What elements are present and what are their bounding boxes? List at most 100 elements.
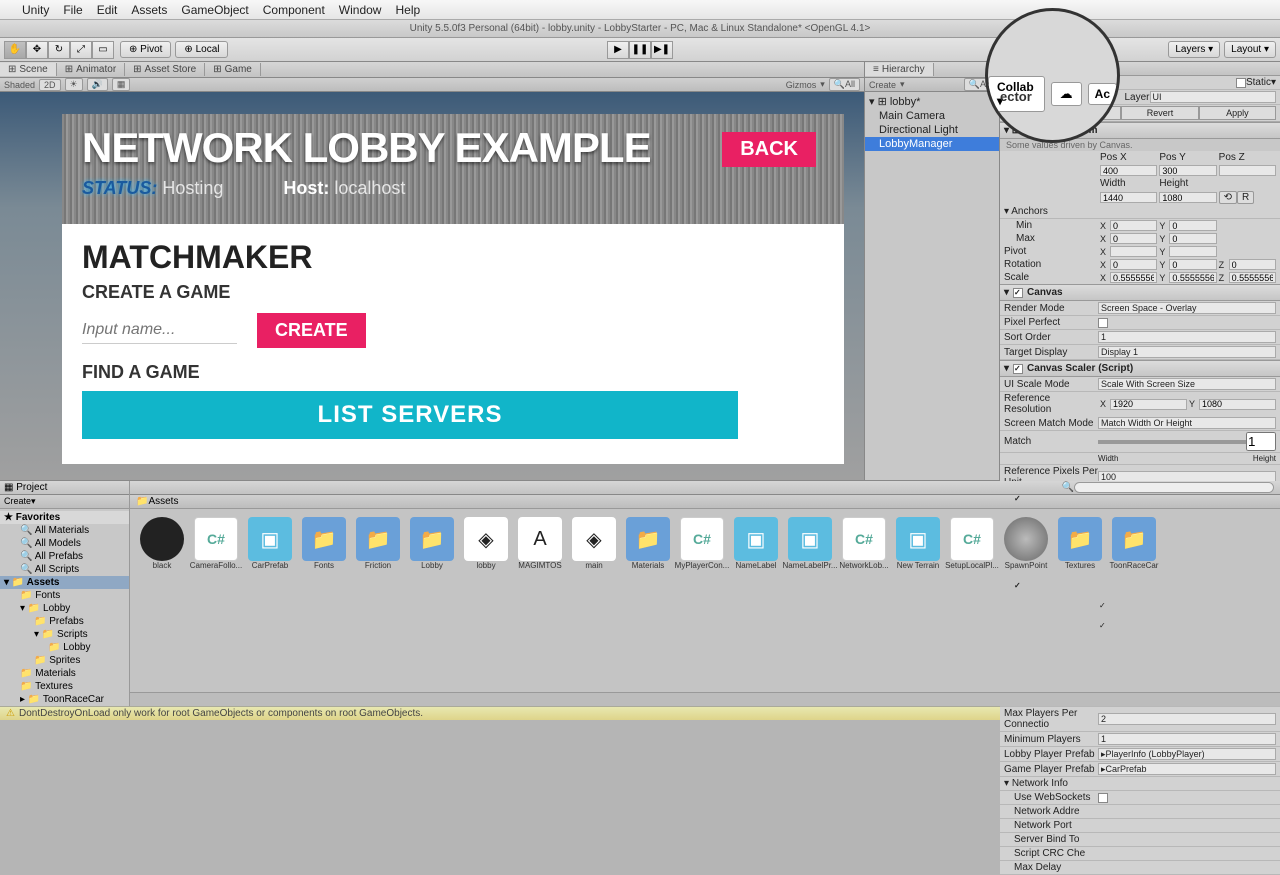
tab-project[interactable]: ▦ Project <box>4 482 47 493</box>
hierarchy-item-selected[interactable]: LobbyManager <box>865 137 999 151</box>
tree-item[interactable]: 📁 Materials <box>0 667 129 680</box>
light-toggle[interactable]: ☀ <box>65 78 83 91</box>
gizmos-dropdown[interactable]: Gizmos <box>786 80 817 90</box>
asset-item[interactable]: ▣NameLabelPr... <box>786 517 834 570</box>
tree-item[interactable]: 📁 Fonts <box>0 589 129 602</box>
game-prefab-field[interactable]: ▸CarPrefab <box>1098 763 1276 775</box>
min-players-field[interactable]: 1 <box>1098 733 1276 745</box>
search-all[interactable]: 🔍All <box>829 78 860 91</box>
tree-item[interactable]: ▸ 📁 ToonRaceCar <box>0 693 129 706</box>
menu-gameobject[interactable]: GameObject <box>181 3 248 17</box>
asset-item[interactable]: 📁Fonts <box>300 517 348 570</box>
create-button[interactable]: CREATE <box>257 313 366 348</box>
pixel-perfect-checkbox[interactable] <box>1098 318 1108 328</box>
back-button[interactable]: BACK <box>722 132 816 167</box>
lobby-prefab-field[interactable]: ▸PlayerInfo (LobbyPlayer) <box>1098 748 1276 760</box>
height-field[interactable] <box>1159 192 1216 203</box>
favorites-header[interactable]: ★ Favorites <box>0 511 129 524</box>
scene-view[interactable]: NETWORK LOBBY EXAMPLE BACK STATUS: Hosti… <box>0 92 864 480</box>
game-name-input[interactable] <box>82 317 237 344</box>
local-toggle[interactable]: ⊕ Local <box>175 41 228 58</box>
move-tool[interactable]: ✥ <box>26 41 48 59</box>
max-ppc-field[interactable]: 2 <box>1098 713 1276 725</box>
posy-field[interactable] <box>1159 165 1216 176</box>
tab-game[interactable]: ⊞ Game <box>205 63 261 76</box>
asset-item[interactable]: 📁Friction <box>354 517 402 570</box>
step-button[interactable]: ▶❚ <box>651 41 673 59</box>
target-display-dropdown[interactable]: Display 1 <box>1098 346 1276 358</box>
tree-fav-item[interactable]: 🔍 All Materials <box>0 524 129 537</box>
menu-component[interactable]: Component <box>263 3 325 17</box>
asset-item[interactable]: ◈main <box>570 517 618 570</box>
hand-tool[interactable]: ✋ <box>4 41 26 59</box>
render-mode-dropdown[interactable]: Screen Space - Overlay <box>1098 302 1276 314</box>
asset-item[interactable]: black <box>138 517 186 570</box>
menu-unity[interactable]: Unity <box>22 3 49 17</box>
posz-field[interactable] <box>1219 165 1276 176</box>
pivot-toggle[interactable]: ⊕ Pivot <box>120 41 171 58</box>
canvas-header[interactable]: ▾ Canvas <box>1000 284 1280 301</box>
asset-item[interactable]: 📁Lobby <box>408 517 456 570</box>
layers-dropdown[interactable]: Layers ▾ <box>1168 41 1220 58</box>
posx-field[interactable] <box>1100 165 1157 176</box>
scale-tool[interactable]: ⤢ <box>70 41 92 59</box>
tab-scene[interactable]: ⊞ Scene <box>0 63 57 76</box>
2d-toggle[interactable]: 2D <box>39 79 61 91</box>
tree-fav-item[interactable]: 🔍 All Scripts <box>0 563 129 576</box>
account-button-magnified[interactable]: Ac <box>1088 83 1117 105</box>
asset-item[interactable]: ▣New Terrain <box>894 517 942 570</box>
tab-asset-store[interactable]: ⊞ Asset Store <box>125 63 205 76</box>
rect-tool[interactable]: ▭ <box>92 41 114 59</box>
breadcrumb[interactable]: 📁 Assets <box>130 495 1280 509</box>
menu-help[interactable]: Help <box>395 3 420 17</box>
menu-edit[interactable]: Edit <box>97 3 118 17</box>
tree-item[interactable]: 📁 Sprites <box>0 654 129 667</box>
screen-match-dropdown[interactable]: Match Width Or Height <box>1098 417 1276 429</box>
fx-toggle[interactable]: ▦ <box>112 78 131 91</box>
use-ws-checkbox[interactable] <box>1098 793 1108 803</box>
assets-header[interactable]: ▾ 📁 Assets <box>0 576 129 589</box>
menu-window[interactable]: Window <box>339 3 382 17</box>
asset-item[interactable]: 📁Textures <box>1056 517 1104 570</box>
rotate-tool[interactable]: ↻ <box>48 41 70 59</box>
asset-item[interactable]: C#CameraFollo... <box>192 517 240 570</box>
layer-dropdown[interactable]: UI <box>1150 91 1277 103</box>
list-servers-button[interactable]: LIST SERVERS <box>82 391 738 439</box>
tab-animator[interactable]: ⊞ Animator <box>57 63 125 76</box>
asset-item[interactable]: 📁Materials <box>624 517 672 570</box>
menu-file[interactable]: File <box>63 3 82 17</box>
prefab-apply[interactable]: Apply <box>1199 106 1276 120</box>
prefab-revert[interactable]: Revert <box>1121 106 1198 120</box>
tree-item[interactable]: 📁 Prefabs <box>0 615 129 628</box>
asset-item[interactable]: ▣NameLabel <box>732 517 780 570</box>
tab-hierarchy[interactable]: ≡ Hierarchy <box>865 63 934 76</box>
tree-fav-item[interactable]: 🔍 All Models <box>0 537 129 550</box>
tree-fav-item[interactable]: 🔍 All Prefabs <box>0 550 129 563</box>
play-button[interactable]: ▶ <box>607 41 629 59</box>
tree-item[interactable]: ▾ 📁 Lobby <box>0 602 129 615</box>
project-create[interactable]: Create <box>4 496 31 506</box>
asset-item[interactable]: C#SetupLocalPl... <box>948 517 996 570</box>
asset-item[interactable]: C#MyPlayerCon... <box>678 517 726 570</box>
static-checkbox[interactable] <box>1236 78 1246 88</box>
asset-item[interactable]: AMAGIMTOS <box>516 517 564 570</box>
pause-button[interactable]: ❚❚ <box>629 41 651 59</box>
asset-item[interactable]: ◈lobby <box>462 517 510 570</box>
tree-item[interactable]: ▾ 📁 Scripts <box>0 628 129 641</box>
menu-assets[interactable]: Assets <box>131 3 167 17</box>
tree-item[interactable]: 📁 Lobby <box>0 641 129 654</box>
canvas-scaler-header[interactable]: ▾ Canvas Scaler (Script) <box>1000 360 1280 377</box>
hierarchy-item[interactable]: Directional Light <box>865 123 999 137</box>
layout-dropdown[interactable]: Layout ▾ <box>1224 41 1276 58</box>
cloud-button-magnified[interactable]: ☁ <box>1051 82 1082 106</box>
hierarchy-create[interactable]: Create <box>869 80 896 90</box>
width-field[interactable] <box>1100 192 1157 203</box>
asset-item[interactable]: SpawnPoint <box>1002 517 1050 570</box>
asset-item[interactable]: C#NetworkLob... <box>840 517 888 570</box>
asset-item[interactable]: 📁ToonRaceCar <box>1110 517 1158 570</box>
refres-y[interactable] <box>1199 399 1276 410</box>
hierarchy-item[interactable]: Main Camera <box>865 109 999 123</box>
hierarchy-root[interactable]: ▾ ⊞ lobby* <box>865 94 999 109</box>
audio-toggle[interactable]: 🔊 <box>87 78 108 91</box>
refres-x[interactable] <box>1110 399 1187 410</box>
